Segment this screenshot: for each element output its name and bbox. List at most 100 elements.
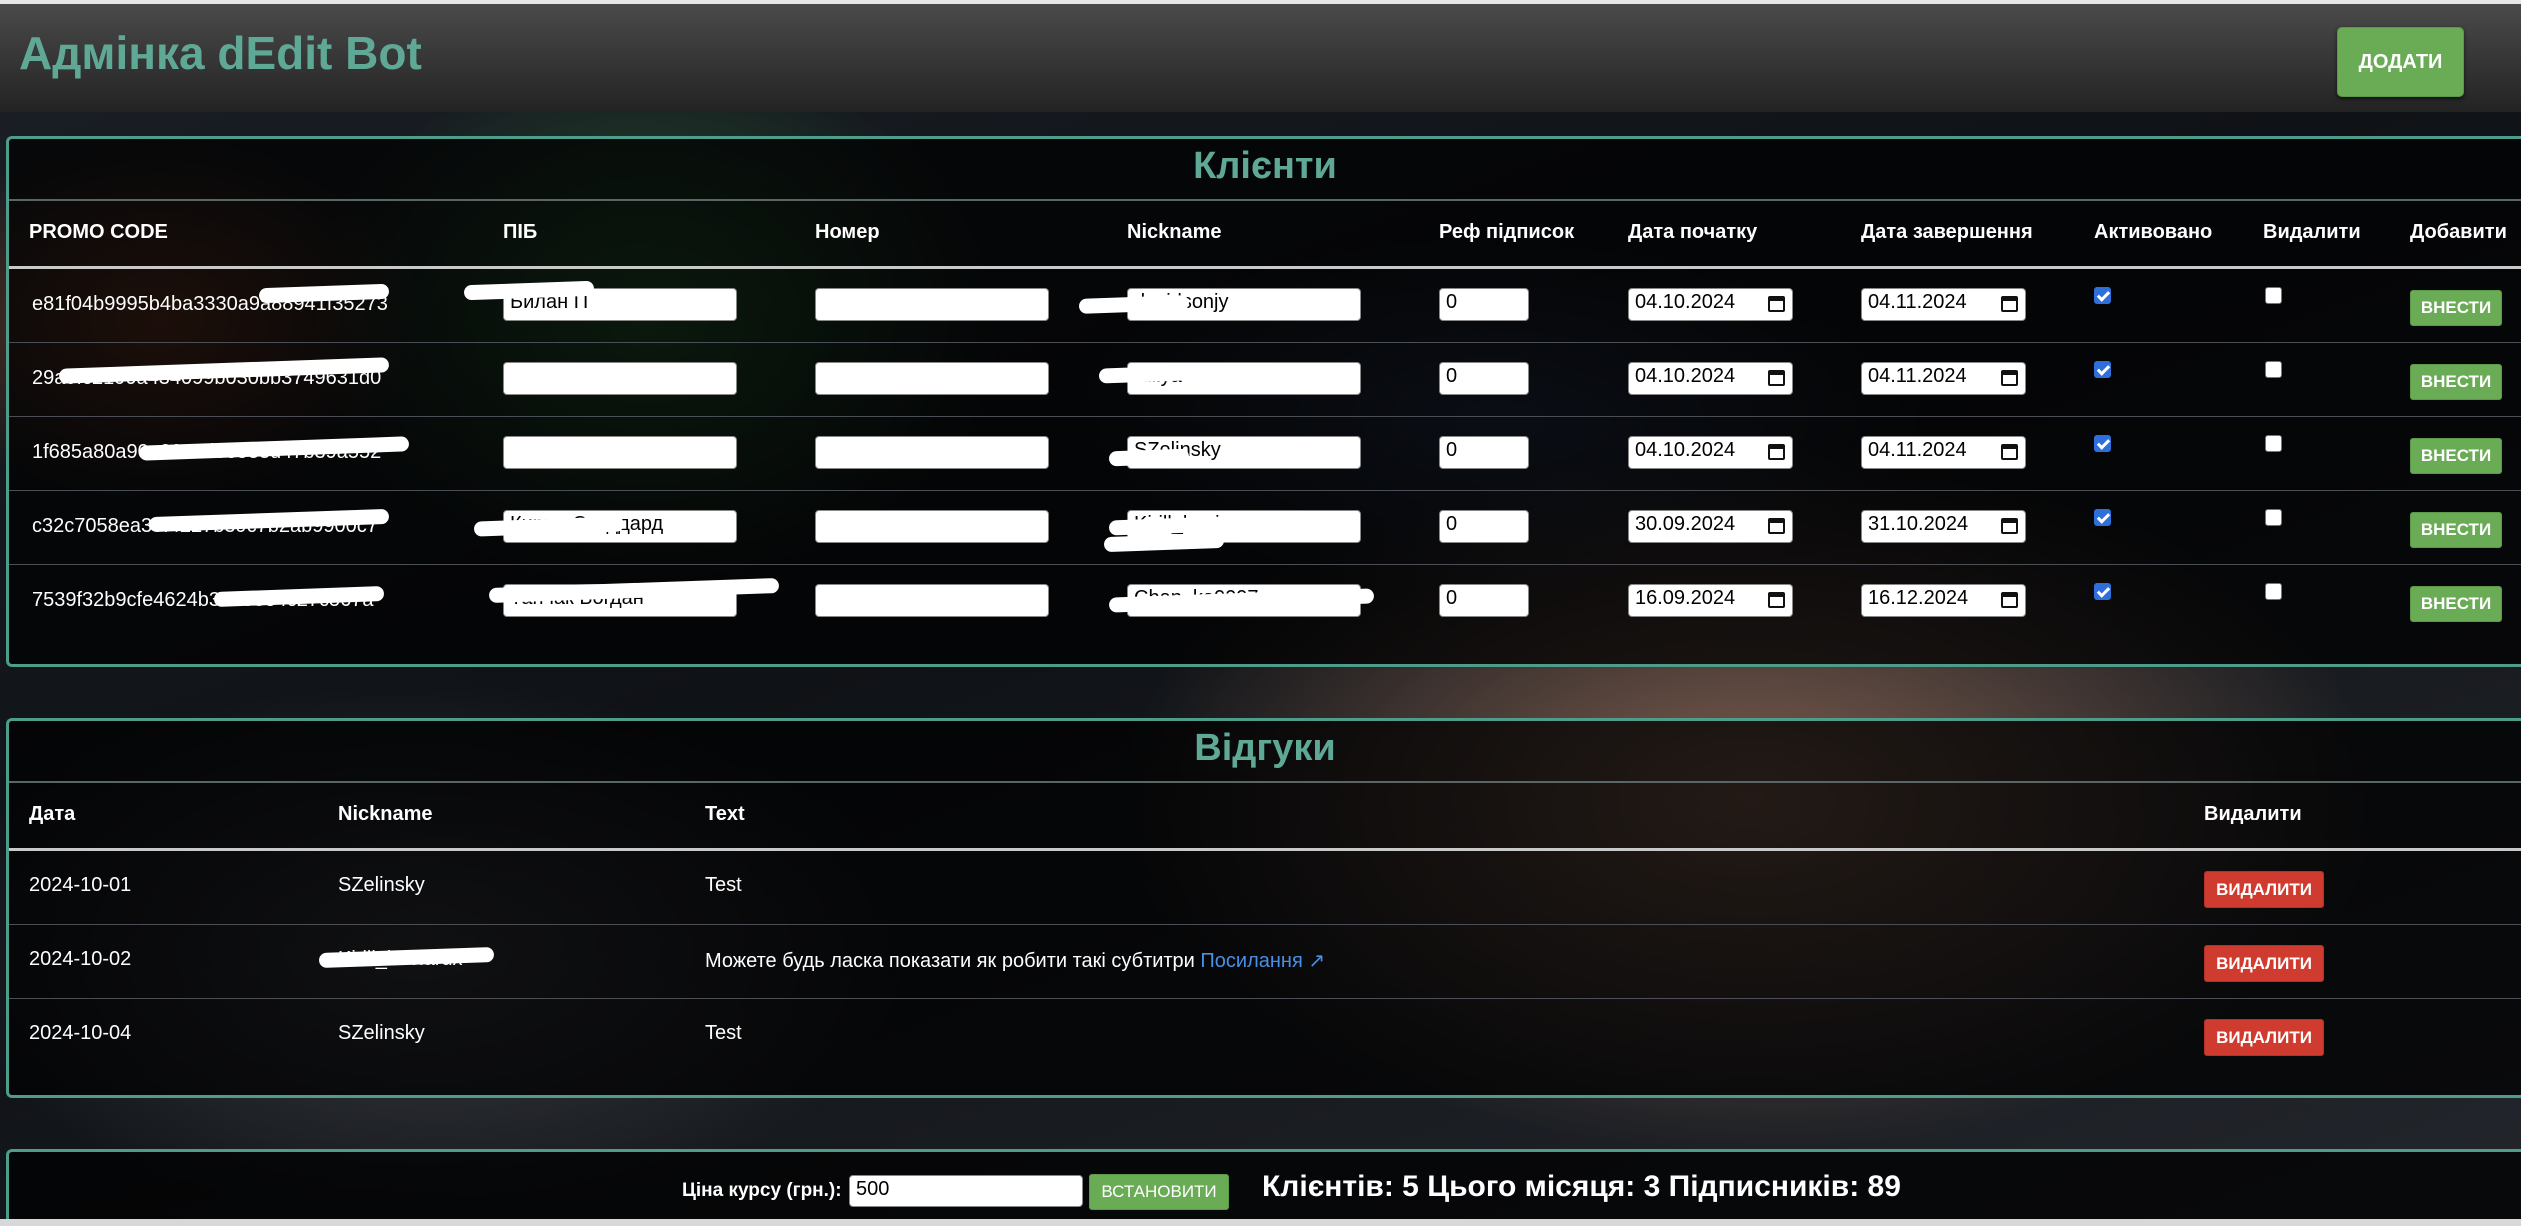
review-date: 2024-10-02	[29, 948, 132, 970]
delete-checkbox[interactable]	[2265, 583, 2282, 600]
ref-input[interactable]: 0	[1439, 288, 1529, 321]
activated-checkbox[interactable]	[2094, 361, 2111, 378]
col-start-date: Дата початку	[1628, 221, 1758, 243]
start-date-input[interactable]: 04.10.2024	[1628, 436, 1793, 469]
end-date-value: 16.12.2024	[1868, 587, 1969, 609]
col-nickname: Nickname	[1127, 221, 1222, 243]
activated-checkbox[interactable]	[2094, 583, 2111, 600]
phone-input[interactable]	[815, 288, 1049, 321]
clients-title: Клієнти	[1193, 145, 1337, 187]
add-button[interactable]: ДОДАТИ	[2337, 27, 2464, 97]
delete-checkbox[interactable]	[2265, 435, 2282, 452]
ref-input[interactable]: 0	[1439, 362, 1529, 395]
activated-checkbox[interactable]	[2094, 287, 2111, 304]
end-date-value: 31.10.2024	[1868, 513, 1969, 535]
start-date-input[interactable]: 16.09.2024	[1628, 584, 1793, 617]
col-text: Text	[705, 803, 745, 825]
col-delete: Видалити	[2263, 221, 2361, 243]
col-end-date: Дата завершення	[1861, 221, 2033, 243]
redaction-mark	[1108, 448, 1190, 467]
stats-summary: Клієнтів: 5 Цього місяця: 3 Підписників:…	[1262, 1170, 1901, 1203]
submit-button[interactable]: ВНЕСТИ	[2410, 586, 2502, 622]
activated-checkbox[interactable]	[2094, 435, 2111, 452]
col-full-name: ПІБ	[503, 221, 538, 243]
start-date-value: 16.09.2024	[1635, 587, 1736, 609]
client-row: 1f685a80a90e00c5d6e533d47b39a552 SZelins…	[9, 417, 2521, 491]
col-date: Дата	[29, 803, 76, 825]
col-phone: Номер	[815, 221, 880, 243]
end-date-input[interactable]: 04.11.2024	[1861, 436, 2026, 469]
calendar-icon[interactable]	[2001, 444, 2018, 460]
ref-input[interactable]: 0	[1439, 436, 1529, 469]
review-date: 2024-10-04	[29, 1022, 132, 1044]
delete-checkbox[interactable]	[2265, 361, 2282, 378]
reviews-panel: Відгуки Дата Nickname Text Видалити 2024…	[6, 718, 2521, 1098]
review-text: Можете будь ласка показати як робити так…	[705, 950, 1195, 972]
calendar-icon[interactable]	[2001, 296, 2018, 312]
calendar-icon[interactable]	[1768, 518, 1785, 534]
review-text-line: Можете будь ласка показати як робити так…	[705, 948, 1325, 973]
delete-checkbox[interactable]	[2265, 287, 2282, 304]
delete-review-button[interactable]: ВИДАЛИТИ	[2204, 1019, 2324, 1056]
reviews-title-divider	[9, 781, 2521, 783]
end-date-input[interactable]: 16.12.2024	[1861, 584, 2026, 617]
col-ref-subscriptions: Реф підписок	[1439, 221, 1575, 243]
delete-review-button[interactable]: ВИДАЛИТИ	[2204, 945, 2324, 982]
review-link[interactable]: Посилання ↗	[1200, 950, 1325, 972]
header-bar: Адмінка dEdit Bot ДОДАТИ	[0, 4, 2521, 112]
start-date-input[interactable]: 30.09.2024	[1628, 510, 1793, 543]
set-price-button[interactable]: ВСТАНОВИТИ	[1089, 1174, 1229, 1210]
price-label: Ціна курсу (грн.):	[682, 1180, 842, 1201]
phone-input[interactable]	[815, 436, 1049, 469]
client-row: e81f04b9995b4ba3330a9a88941f35273 Билан …	[9, 269, 2521, 343]
client-row: c32c7058ea39f4227b39c7b2ab9900c7 Кирил С…	[9, 491, 2521, 565]
end-date-input[interactable]: 04.11.2024	[1861, 288, 2026, 321]
phone-input[interactable]	[815, 510, 1049, 543]
calendar-icon[interactable]	[1768, 444, 1785, 460]
full-name-input[interactable]	[503, 362, 737, 395]
start-date-input[interactable]: 04.10.2024	[1628, 288, 1793, 321]
phone-input[interactable]	[815, 362, 1049, 395]
col-add: Добавити	[2410, 221, 2507, 243]
review-text: Test	[705, 1022, 742, 1044]
calendar-icon[interactable]	[2001, 592, 2018, 608]
full-name-input[interactable]	[503, 436, 737, 469]
redaction-mark	[1103, 532, 1225, 553]
start-date-value: 04.10.2024	[1635, 365, 1736, 387]
col-activated: Активовано	[2094, 221, 2213, 243]
calendar-icon[interactable]	[1768, 370, 1785, 386]
calendar-icon[interactable]	[1768, 592, 1785, 608]
start-date-value: 04.10.2024	[1635, 291, 1736, 313]
end-date-value: 04.11.2024	[1868, 291, 1967, 313]
review-nickname: SZelinsky	[338, 1022, 425, 1044]
ref-input[interactable]: 0	[1439, 584, 1529, 617]
start-date-input[interactable]: 04.10.2024	[1628, 362, 1793, 395]
horizontal-scrollbar[interactable]	[0, 1219, 2521, 1226]
calendar-icon[interactable]	[1768, 296, 1785, 312]
clients-title-divider	[9, 199, 2521, 201]
redaction-mark	[1098, 365, 1190, 384]
submit-button[interactable]: ВНЕСТИ	[2410, 364, 2502, 400]
end-date-input[interactable]: 04.11.2024	[1861, 362, 2026, 395]
activated-checkbox[interactable]	[2094, 509, 2111, 526]
end-date-value: 04.11.2024	[1868, 439, 1967, 461]
submit-button[interactable]: ВНЕСТИ	[2410, 512, 2502, 548]
delete-checkbox[interactable]	[2265, 509, 2282, 526]
end-date-value: 04.11.2024	[1868, 365, 1967, 387]
review-row: 2024-10-04 SZelinsky Test ВИДАЛИТИ	[9, 999, 2521, 1073]
submit-button[interactable]: ВНЕСТИ	[2410, 438, 2502, 474]
phone-input[interactable]	[815, 584, 1049, 617]
delete-review-button[interactable]: ВИДАЛИТИ	[2204, 871, 2324, 908]
start-date-value: 30.09.2024	[1635, 513, 1736, 535]
col-promo-code: PROMO CODE	[29, 221, 168, 243]
price-input[interactable]: 500	[849, 1175, 1083, 1207]
review-nickname: SZelinsky	[338, 874, 425, 896]
calendar-icon[interactable]	[2001, 518, 2018, 534]
settings-panel: Ціна курсу (грн.): 500 ВСТАНОВИТИ Клієнт…	[6, 1149, 2521, 1226]
end-date-input[interactable]: 31.10.2024	[1861, 510, 2026, 543]
calendar-icon[interactable]	[2001, 370, 2018, 386]
review-row: 2024-10-01 SZelinsky Test ВИДАЛИТИ	[9, 851, 2521, 925]
client-row: 29a9fc2190a434099b030bb3749631d0 Kiilya …	[9, 343, 2521, 417]
submit-button[interactable]: ВНЕСТИ	[2410, 290, 2502, 326]
ref-input[interactable]: 0	[1439, 510, 1529, 543]
